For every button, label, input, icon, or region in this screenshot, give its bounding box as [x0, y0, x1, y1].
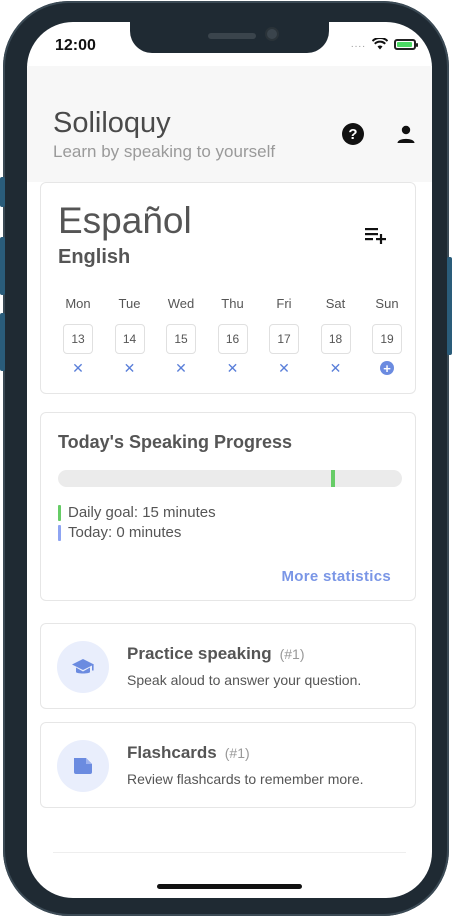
goal-marker	[331, 470, 336, 487]
day-date: 13	[63, 324, 93, 354]
progress-bar	[58, 470, 402, 487]
status-icons: ....	[350, 38, 418, 50]
flashcards-card[interactable]: Flashcards (#1) Review flashcards to reme…	[40, 722, 416, 808]
side-button-silent	[0, 177, 5, 207]
status-time: 12:00	[55, 37, 96, 54]
day-name: Tue	[118, 296, 141, 311]
battery-icon	[394, 38, 418, 50]
notch	[130, 22, 329, 53]
activity-title-text: Flashcards	[127, 743, 217, 762]
activity-count: (#1)	[279, 646, 305, 662]
today-legend: Today: 0 minutes	[58, 524, 181, 541]
missed-icon: ✕	[123, 360, 136, 376]
help-button[interactable]: ?	[341, 122, 365, 146]
side-button-volume-down	[0, 313, 5, 371]
activity-description: Speak aloud to answer your question.	[127, 672, 362, 688]
day-name: Fri	[276, 296, 292, 311]
bottom-divider	[53, 852, 406, 853]
missed-icon: ✕	[175, 360, 187, 376]
home-indicator[interactable]	[157, 884, 302, 889]
target-language: Español	[58, 200, 192, 241]
day-date: 17	[269, 324, 299, 354]
day-tue[interactable]: Tue 14 ✕	[106, 296, 154, 376]
daily-goal-legend: Daily goal: 15 minutes	[58, 504, 216, 521]
flashcard-icon-badge	[57, 740, 109, 792]
today-swatch	[58, 524, 61, 541]
day-date: 14	[114, 324, 145, 354]
activity-title-text: Practice speaking	[127, 644, 272, 663]
practice-speaking-card[interactable]: Practice speaking (#1) Speak aloud to ans…	[40, 623, 416, 709]
activity-title: Flashcards (#1)	[127, 743, 250, 763]
day-name: Wed	[167, 296, 195, 311]
speaking-progress-card: Today's Speaking Progress Daily goal: 15…	[40, 412, 416, 601]
missed-icon: ✕	[329, 360, 342, 376]
day-date: 19	[372, 324, 402, 354]
more-statistics-link[interactable]: More statistics	[281, 568, 391, 585]
speaker	[208, 33, 256, 39]
app-title: Soliloquy	[53, 107, 171, 139]
missed-icon: ✕	[72, 360, 84, 376]
app-subtitle: Learn by speaking to yourself	[53, 142, 276, 161]
playlist-add-icon[interactable]	[365, 226, 387, 246]
activity-title: Practice speaking (#1)	[127, 644, 304, 664]
flashcard-icon	[74, 758, 92, 774]
day-name: Sun	[375, 296, 399, 311]
missed-icon: ✕	[278, 360, 290, 376]
side-button-power	[447, 257, 452, 355]
signal-dots-icon: ....	[350, 38, 366, 50]
phone-frame: 12:00 .... Soliloquy Learn by speaking t…	[0, 1, 452, 916]
add-circle-icon[interactable]: +	[380, 360, 394, 376]
practice-icon-badge	[57, 641, 109, 693]
progress-title: Today's Speaking Progress	[58, 432, 293, 452]
day-sun[interactable]: Sun 19 +	[363, 296, 411, 376]
day-date: 15	[166, 324, 196, 354]
side-button-volume-up	[0, 237, 5, 295]
missed-icon: ✕	[226, 360, 239, 376]
day-fri[interactable]: Fri 17 ✕	[260, 296, 308, 376]
today-label: Today: 0 minutes	[68, 524, 182, 541]
person-icon	[397, 125, 415, 143]
activity-count: (#1)	[224, 745, 250, 761]
language-card[interactable]: Español English Mon 13 ✕ Tue 14 ✕ Wed 15…	[40, 182, 416, 394]
help-circle-icon: ?	[342, 123, 364, 145]
camera	[265, 27, 279, 41]
account-button[interactable]	[394, 122, 418, 146]
day-date: 16	[217, 324, 248, 354]
app-screen: 12:00 .... Soliloquy Learn by speaking t…	[27, 22, 432, 898]
day-wed[interactable]: Wed 15 ✕	[157, 296, 205, 376]
day-sat[interactable]: Sat 18 ✕	[312, 296, 360, 376]
wifi-icon	[372, 38, 388, 50]
graduation-cap-icon	[72, 659, 94, 674]
day-thu[interactable]: Thu 16 ✕	[209, 296, 257, 376]
goal-swatch	[58, 504, 61, 521]
day-date: 18	[320, 324, 351, 354]
day-name: Sat	[325, 296, 346, 311]
day-name: Mon	[65, 296, 91, 311]
day-mon[interactable]: Mon 13 ✕	[54, 296, 102, 376]
app-header: Soliloquy Learn by speaking to yourself …	[27, 66, 432, 182]
daily-goal-label: Daily goal: 15 minutes	[68, 504, 216, 521]
day-name: Thu	[221, 296, 244, 311]
week-calendar: Mon 13 ✕ Tue 14 ✕ Wed 15 ✕ Thu 16 ✕ Fri …	[54, 296, 411, 376]
source-language: English	[58, 246, 131, 268]
activity-description: Review flashcards to remember more.	[127, 771, 364, 787]
